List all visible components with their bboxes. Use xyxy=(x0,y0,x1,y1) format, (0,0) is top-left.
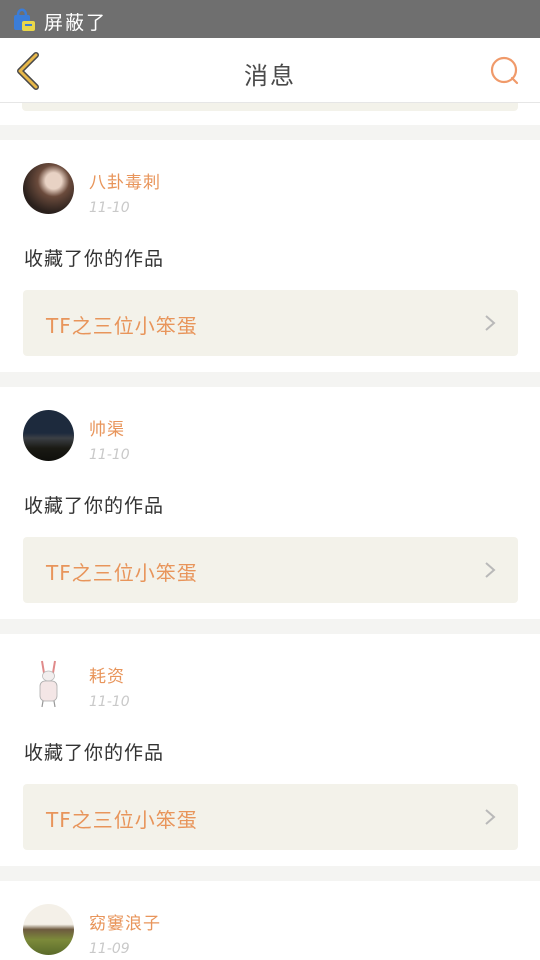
work-title: TF之三位小笨蛋 xyxy=(46,808,198,832)
status-bar: 屏蔽了 xyxy=(0,0,540,38)
notification-date: 11-10 xyxy=(89,447,130,463)
top-nav-bar: 消息 xyxy=(0,38,540,103)
avatar[interactable] xyxy=(23,904,74,955)
notification-date: 11-10 xyxy=(89,200,130,216)
notification-card: 窈窶浪子 11-09 xyxy=(0,881,540,960)
page-title: 消息 xyxy=(244,62,296,90)
username-link[interactable]: 窈窶浪子 xyxy=(89,909,161,934)
notification-action-text: 收藏了你的作品 xyxy=(24,742,165,764)
previous-work-box xyxy=(22,103,518,111)
work-title: TF之三位小笨蛋 xyxy=(46,561,198,585)
avatar[interactable] xyxy=(23,410,74,461)
avatar[interactable] xyxy=(23,163,74,214)
work-link[interactable]: TF之三位小笨蛋 xyxy=(23,537,518,603)
notification-action-text: 收藏了你的作品 xyxy=(24,495,165,517)
chevron-right-icon xyxy=(485,315,496,331)
previous-card-remnant xyxy=(0,103,540,125)
notification-card: 八卦毒刺 11-10 收藏了你的作品 TF之三位小笨蛋 xyxy=(0,140,540,372)
notification-action-text: 收藏了你的作品 xyxy=(24,248,165,270)
notification-bag-icon xyxy=(14,8,35,31)
avatar[interactable] xyxy=(23,657,74,708)
rabbit-doll-image xyxy=(39,660,58,708)
notification-card: 帅渠 11-10 收藏了你的作品 TF之三位小笨蛋 xyxy=(0,387,540,619)
notification-date: 11-10 xyxy=(89,694,130,710)
work-link[interactable]: TF之三位小笨蛋 xyxy=(23,784,518,850)
notification-date: 11-09 xyxy=(89,941,130,957)
username-link[interactable]: 耗资 xyxy=(89,662,125,687)
work-title: TF之三位小笨蛋 xyxy=(46,314,198,338)
chevron-right-icon xyxy=(485,809,496,825)
username-link[interactable]: 八卦毒刺 xyxy=(89,168,161,193)
work-link[interactable]: TF之三位小笨蛋 xyxy=(23,290,518,356)
chevron-right-icon xyxy=(485,562,496,578)
notification-card: 耗资 11-10 收藏了你的作品 TF之三位小笨蛋 xyxy=(0,634,540,866)
username-link[interactable]: 帅渠 xyxy=(89,415,125,440)
status-text: 屏蔽了 xyxy=(44,12,108,34)
chat-bubble-icon[interactable] xyxy=(488,55,520,87)
